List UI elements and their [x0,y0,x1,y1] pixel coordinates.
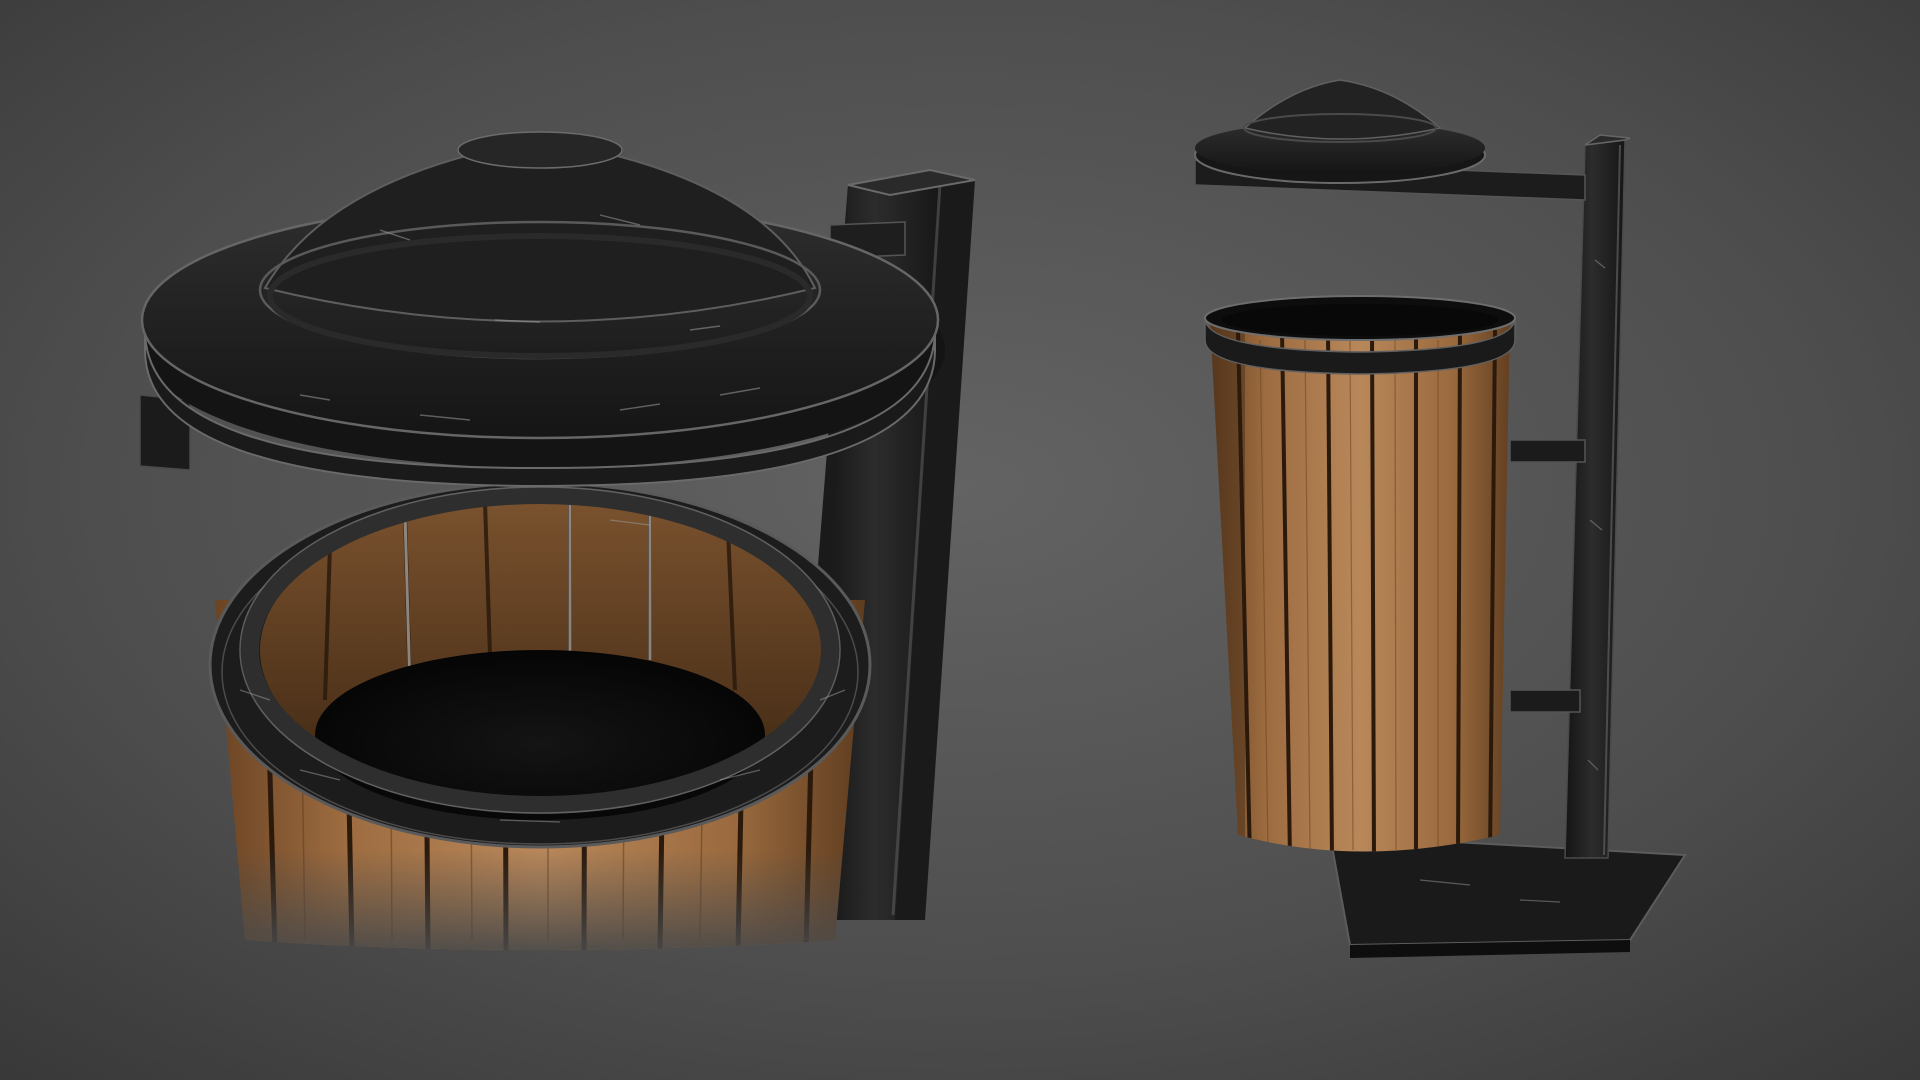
full-wood-body [1210,320,1510,852]
render-scene [0,0,1920,1080]
render-viewport [0,0,1920,1080]
